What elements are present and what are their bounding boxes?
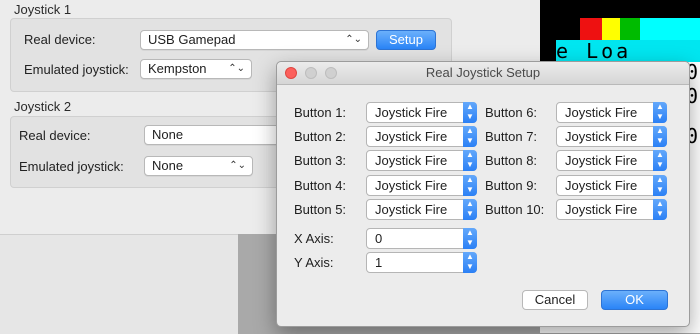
button-10-label: Button 10: [485, 202, 545, 217]
joystick1-emulated-label: Emulated joystick: [24, 62, 129, 77]
button-9-select[interactable]: Joystick Fire ▲ ▼ [556, 175, 667, 196]
stepper-arrows-icon: ▲ ▼ [463, 102, 477, 123]
dialog-title: Real Joystick Setup [425, 65, 541, 80]
button-4-label: Button 4: [294, 178, 347, 193]
stepper-arrows-icon: ▲ ▼ [653, 102, 667, 123]
button-7-label: Button 7: [485, 129, 538, 144]
loading-stripes [540, 18, 700, 40]
joystick2-emulated-select[interactable]: None ⌃⌄ [144, 156, 253, 176]
chevron-updown-icon: ⌃⌄ [228, 63, 245, 74]
button-10-select[interactable]: Joystick Fire ▲ ▼ [556, 199, 667, 220]
button-3-select[interactable]: Joystick Fire ▲ ▼ [366, 150, 477, 171]
joystick1-emulated-select[interactable]: Kempston ⌃⌄ [140, 59, 252, 79]
chevron-updown-icon: ⌃⌄ [345, 34, 362, 45]
button-5-select[interactable]: Joystick Fire ▲ ▼ [366, 199, 477, 220]
stepper-arrows-icon: ▲ ▼ [653, 150, 667, 171]
stepper-arrows-icon: ▲ ▼ [653, 175, 667, 196]
joystick2-real-device-select[interactable]: None [144, 125, 284, 145]
x-axis-label: X Axis: [294, 231, 334, 246]
button-3-label: Button 3: [294, 153, 347, 168]
button-2-label: Button 2: [294, 129, 347, 144]
y-axis-select[interactable]: 1 ▲ ▼ [366, 252, 477, 273]
stepper-arrows-icon: ▲ ▼ [463, 126, 477, 147]
stepper-arrows-icon: ▲ ▼ [653, 199, 667, 220]
joystick2-real-device-label: Real device: [19, 128, 91, 143]
preferences-footer-area [0, 234, 238, 334]
joystick2-emulated-label: Emulated joystick: [19, 159, 124, 174]
button-7-select[interactable]: Joystick Fire ▲ ▼ [556, 126, 667, 147]
button-8-label: Button 8: [485, 153, 538, 168]
chevron-updown-icon: ⌃⌄ [229, 160, 246, 171]
button-2-select[interactable]: Joystick Fire ▲ ▼ [366, 126, 477, 147]
joystick1-real-device-label: Real device: [24, 32, 96, 47]
button-9-label: Button 9: [485, 178, 538, 193]
dialog-titlebar[interactable]: Real Joystick Setup [277, 62, 689, 85]
real-joystick-setup-dialog: Real Joystick Setup Button 1: Joystick F… [276, 61, 690, 327]
joystick2-group-title: Joystick 2 [14, 99, 72, 114]
joystick1-real-device-select[interactable]: USB Gamepad ⌃⌄ [140, 30, 369, 50]
stepper-arrows-icon: ▲ ▼ [653, 126, 667, 147]
stepper-arrows-icon: ▲ ▼ [463, 150, 477, 171]
button-5-label: Button 5: [294, 202, 347, 217]
screen-loading-text: e Loa [556, 40, 700, 62]
button-1-label: Button 1: [294, 105, 347, 120]
y-axis-label: Y Axis: [294, 255, 334, 270]
loading-border-left [540, 40, 556, 62]
button-8-select[interactable]: Joystick Fire ▲ ▼ [556, 150, 667, 171]
button-1-select[interactable]: Joystick Fire ▲ ▼ [366, 102, 477, 123]
stepper-arrows-icon: ▲ ▼ [463, 252, 477, 273]
stepper-arrows-icon: ▲ ▼ [463, 228, 477, 249]
button-6-select[interactable]: Joystick Fire ▲ ▼ [556, 102, 667, 123]
stepper-arrows-icon: ▲ ▼ [463, 199, 477, 220]
stepper-arrows-icon: ▲ ▼ [463, 175, 477, 196]
x-axis-select[interactable]: 0 ▲ ▼ [366, 228, 477, 249]
button-4-select[interactable]: Joystick Fire ▲ ▼ [366, 175, 477, 196]
setup-button[interactable]: Setup [376, 30, 436, 50]
joystick1-group-title: Joystick 1 [14, 2, 72, 17]
ok-button[interactable]: OK [601, 290, 668, 310]
loading-border-top [540, 0, 700, 18]
cancel-button[interactable]: Cancel [522, 290, 588, 310]
button-6-label: Button 6: [485, 105, 538, 120]
